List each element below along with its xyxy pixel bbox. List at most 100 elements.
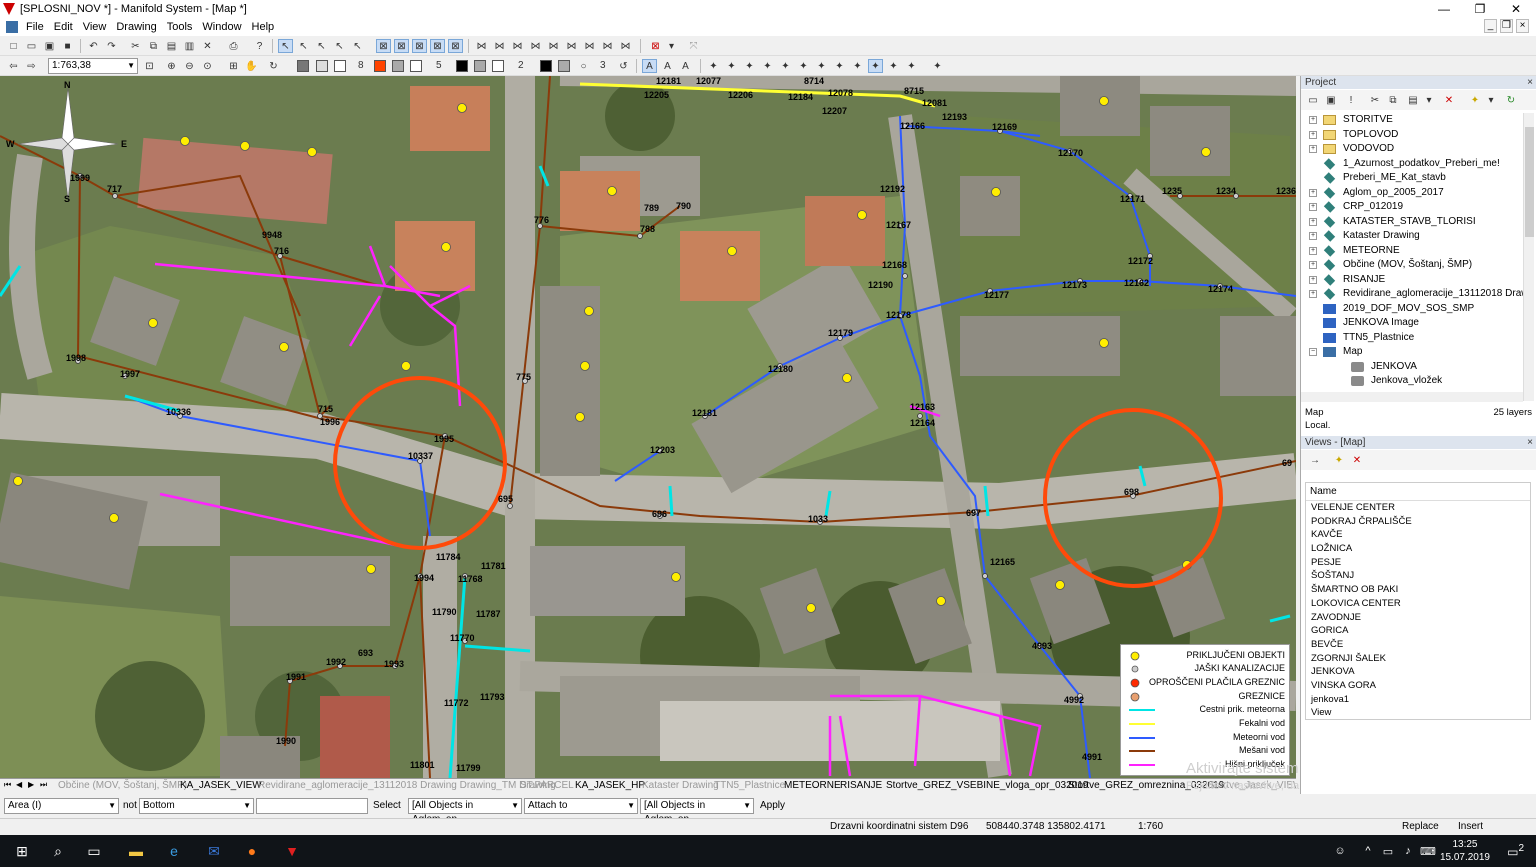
line-select-icon[interactable]: ⊠ [412,39,427,53]
forward-icon[interactable]: ⇨ [24,59,39,73]
info-icon[interactable]: ! [1345,94,1357,106]
project-close-icon[interactable]: × [1527,76,1533,89]
snap-7-icon[interactable]: ✦ [814,59,829,73]
snap-6-icon[interactable]: ✦ [796,59,811,73]
project-tree-item[interactable]: JENKOVA Image [1305,316,1519,331]
pan-icon[interactable]: ✋ [244,59,259,73]
tab-prev-icon[interactable]: ◀ [16,780,26,789]
add-view-icon[interactable]: ✦ [1333,454,1345,466]
snap-settings-icon[interactable]: ✦ [930,59,945,73]
help-icon[interactable]: ? [252,39,267,53]
snap-4-icon[interactable]: ✦ [760,59,775,73]
expand-toggle-icon[interactable]: + [1309,217,1317,226]
line-bg-swatch[interactable] [492,60,504,72]
line-style-swatch[interactable] [474,60,486,72]
paste-special-icon[interactable]: ▥ [182,39,197,53]
zoom-fit-icon[interactable]: ⊞ [226,59,241,73]
delete-view-icon[interactable]: ✕ [1351,454,1363,466]
snap-12-icon[interactable]: ✦ [904,59,919,73]
new-icon[interactable]: □ [6,39,21,53]
view-item[interactable]: LOKOVICA CENTER [1306,597,1530,611]
snap-10-icon[interactable]: ✦ [868,59,883,73]
view-item[interactable]: KAVČE [1306,528,1530,542]
touch-select-icon[interactable]: ⊠ [376,39,391,53]
point-color-swatch[interactable] [540,60,552,72]
select-button[interactable]: Select [373,800,401,811]
point-style-swatch[interactable] [558,60,570,72]
expand-toggle-icon[interactable]: + [1309,275,1317,284]
project-tree-item[interactable]: + Občine (MOV, Šoštanj, ŠMP) [1305,258,1519,273]
apply-button[interactable]: Apply [760,800,785,811]
search-icon[interactable]: ⌕ [48,841,68,861]
circle-icon[interactable]: ○ [576,59,591,73]
view-item[interactable]: ŠMARTNO OB PAKI [1306,583,1530,597]
area-pattern-swatch[interactable] [392,60,404,72]
expand-toggle-icon[interactable]: + [1309,232,1317,240]
project-hscrollbar[interactable] [1301,392,1523,402]
rotate-icon[interactable]: ↺ [616,59,631,73]
project-tree-item[interactable]: + METEORNE [1305,244,1519,259]
project-tree-item[interactable]: + STORITVE [1305,113,1519,128]
select-box-icon[interactable]: ↖ [296,39,311,53]
snap-8-icon[interactable]: ✦ [832,59,847,73]
view-item[interactable]: View [1306,706,1530,720]
edge-icon[interactable]: e [164,841,184,861]
project-tree-item[interactable]: JENKOVA [1305,360,1519,375]
label-tool-3-icon[interactable]: A [678,59,693,73]
firefox-icon[interactable]: ● [242,841,262,861]
paste-component-icon[interactable]: ▤ [1407,94,1419,106]
map-canvas[interactable]: N S W E 12181 12077 8714 8715 12205 1220… [0,76,1296,778]
menu-edit[interactable]: Edit [49,18,78,36]
tab-ka-jasek-hp[interactable]: KA_JASEK_HP [575,780,645,791]
volume-icon[interactable]: ♪ [1398,841,1418,861]
task-view-icon[interactable]: ▭ [84,841,104,861]
select-input[interactable] [256,798,368,814]
expand-toggle-icon[interactable]: + [1309,188,1317,197]
area-color-swatch[interactable] [374,60,386,72]
tool-2-icon[interactable]: ⋈ [492,39,507,53]
line-color-swatch[interactable] [456,60,468,72]
tab-risanje[interactable]: RISANJE [840,780,882,791]
view-item[interactable]: JENKOVA [1306,665,1530,679]
view-item[interactable]: PODKRAJ ČRPALIŠČE [1306,515,1530,529]
scale-combo[interactable]: 1:763,38 ▼ [48,58,138,74]
expand-toggle-icon[interactable]: + [1309,290,1317,298]
view-item[interactable]: ZAVODNJE [1306,611,1530,625]
taskbar-clock[interactable]: 13:25 15.07.2019 [1440,838,1490,864]
view-item[interactable]: LOŽNICA [1306,542,1530,556]
tab-meteorne[interactable]: METEORNE [784,780,841,791]
notification-icon[interactable]: ▭2 [1507,843,1524,859]
area-border-swatch[interactable] [410,60,422,72]
tool-7-icon[interactable]: ⋈ [582,39,597,53]
pattern-swatch[interactable] [316,60,328,72]
tab-first-icon[interactable]: ⏮ [4,780,14,790]
close-button[interactable]: ✕ [1498,0,1534,18]
project-tree-item[interactable]: + RISANJE [1305,273,1519,288]
map-view[interactable]: N S W E 12181 12077 8714 8715 12205 1220… [0,76,1296,778]
tab-revidirane[interactable]: Revidirane_aglomeracije_13112018 Drawing… [258,780,556,791]
file-explorer-icon[interactable]: ▬ [126,841,146,861]
people-icon[interactable]: ☺ [1330,841,1350,861]
expand-toggle-icon[interactable]: + [1309,145,1317,153]
mdi-minimize-icon[interactable]: _ [1484,19,1497,33]
expand-toggle-icon[interactable]: + [1309,261,1317,269]
zoom-extent-icon[interactable]: ⊙ [200,59,215,73]
project-tree-item[interactable]: + KATASTER_STAVB_TLORISI [1305,215,1519,230]
go-view-icon[interactable]: → [1309,454,1321,466]
tool-4-icon[interactable]: ⋈ [528,39,543,53]
select-line-icon[interactable]: ↖ [314,39,329,53]
project-tree-item[interactable]: 2019_DOF_MOV_SOS_SMP [1305,302,1519,317]
tool-9-icon[interactable]: ⋈ [618,39,633,53]
mdi-restore-icon[interactable]: ❐ [1500,19,1513,33]
add-icon[interactable]: ✦ [1469,94,1481,106]
tool-6-icon[interactable]: ⋈ [564,39,579,53]
open-component-icon[interactable]: ▣ [1325,94,1337,106]
expand-toggle-icon[interactable]: + [1309,203,1317,211]
snap-11-icon[interactable]: ✦ [886,59,901,73]
project-tree-item[interactable]: + CRP_012019 [1305,200,1519,215]
menu-window[interactable]: Window [197,18,246,36]
redo-icon[interactable]: ↷ [104,39,119,53]
keyboard-icon[interactable]: ⌨ [1418,841,1438,861]
label-tool-icon[interactable]: A [642,59,657,73]
views-close-icon[interactable]: × [1527,436,1533,449]
